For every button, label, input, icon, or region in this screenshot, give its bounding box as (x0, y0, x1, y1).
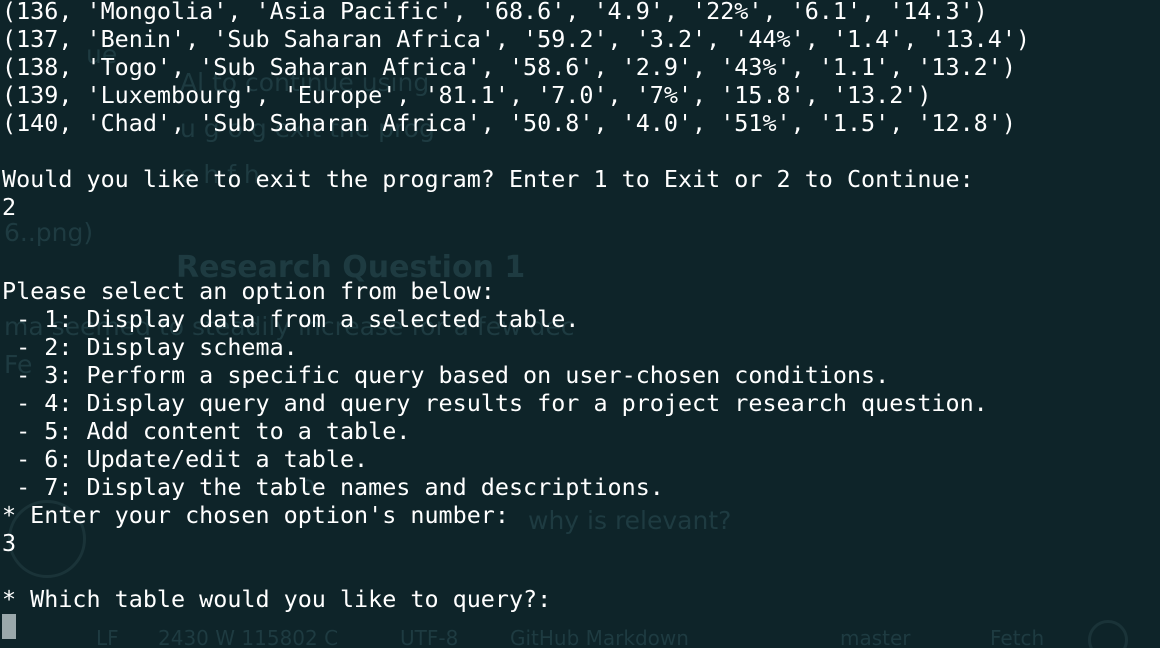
menu-option: - 6: Update/edit a table. (2, 445, 369, 473)
menu-option: - 2: Display schema. (2, 333, 298, 361)
input-line[interactable] (2, 613, 1030, 641)
menu-option: - 5: Add content to a table. (2, 417, 411, 445)
menu-option: - 7: Display the table names and descrip… (2, 473, 664, 501)
output-row: (139, 'Luxembourg', 'Europe', '81.1', '7… (2, 81, 932, 109)
menu-option: - 3: Perform a specific query based on u… (2, 361, 890, 389)
table-prompt: * Which table would you like to query?: (2, 585, 552, 613)
user-input: 3 (2, 529, 17, 557)
ghost-github-icon (1088, 620, 1128, 648)
output-row: (136, 'Mongolia', 'Asia Pacific', '68.6'… (2, 0, 988, 25)
option-prompt: * Enter your chosen option's number: (2, 501, 509, 529)
terminal-window[interactable]: ue Al to continue using u g o g exit the… (0, 0, 1160, 648)
menu-option: - 4: Display query and query results for… (2, 389, 988, 417)
menu-option: - 1: Display data from a selected table. (2, 305, 580, 333)
menu-header: Please select an option from below: (2, 277, 495, 305)
output-row: (137, 'Benin', 'Sub Saharan Africa', '59… (2, 25, 1031, 53)
user-input: 2 (2, 193, 17, 221)
terminal-output: (136, 'Mongolia', 'Asia Pacific', '68.6'… (2, 0, 1030, 641)
exit-prompt: Would you like to exit the program? Ente… (2, 165, 974, 193)
output-row: (140, 'Chad', 'Sub Saharan Africa', '50.… (2, 109, 1016, 137)
text-cursor[interactable] (2, 614, 16, 639)
output-row: (138, 'Togo', 'Sub Saharan Africa', '58.… (2, 53, 1016, 81)
